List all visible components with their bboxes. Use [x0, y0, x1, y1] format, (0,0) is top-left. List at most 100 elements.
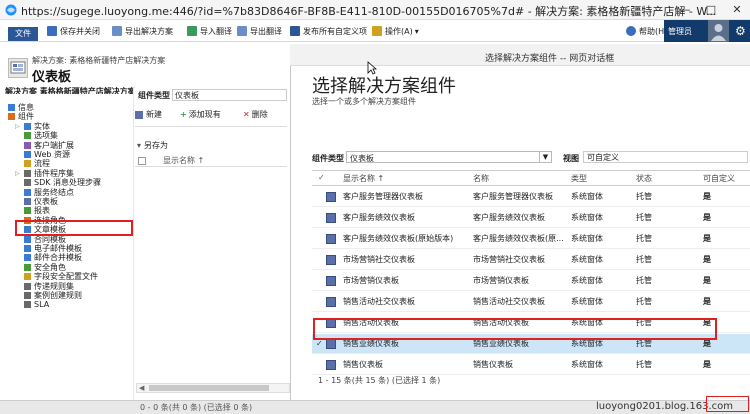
component-list-pane	[133, 88, 290, 400]
chevron-down-icon[interactable]: ▼	[539, 152, 551, 162]
table-row[interactable]: 客户服务绩效仪表板 客户服务绩效仪表板 系统窗体 托管 是	[312, 208, 750, 228]
cell-display-name: 市场营销社交仪表板	[343, 255, 415, 264]
sidebar-item[interactable]: SLA	[15, 299, 49, 310]
solution-icon	[8, 58, 28, 78]
export-translation-button[interactable]: 导出翻译	[237, 24, 282, 38]
save-close-button[interactable]: 保存并关闭	[47, 24, 100, 38]
help-icon	[626, 26, 636, 36]
column-header-display-name[interactable]: 显示名称 ↑	[343, 173, 384, 184]
column-header-display-name[interactable]: 显示名称 ↑	[163, 155, 204, 166]
save-as-button[interactable]: ▾ 另存为	[137, 139, 168, 151]
add-existing-button[interactable]: + 添加现有	[180, 108, 221, 121]
cell-display-name: 客户服务管理器仪表板	[343, 192, 423, 201]
publish-icon	[290, 26, 300, 36]
table-row[interactable]: 客户服务管理器仪表板 客户服务管理器仪表板 系统窗体 托管 是	[312, 187, 750, 207]
publish-all-button[interactable]: 发布所有自定义项	[290, 24, 367, 38]
user-block[interactable]: 管理员 ⚙	[664, 20, 750, 42]
sidebar-item-icon	[24, 170, 31, 177]
cell-customizable: 是	[703, 213, 711, 222]
scroll-left-icon[interactable]: ◀	[139, 384, 144, 392]
sidebar-item-icon	[24, 236, 31, 243]
actions-menu[interactable]: 操作(A) ▾	[372, 24, 419, 38]
sidebar-item-icon	[24, 301, 31, 308]
highlight-box-corner	[706, 396, 749, 412]
sidebar-item-icon	[24, 179, 31, 186]
minimize-button[interactable]: —	[672, 0, 698, 20]
chevron-down-icon: ▾	[414, 26, 419, 36]
sidebar-item-icon	[24, 207, 31, 214]
user-icon	[711, 24, 726, 41]
cell-display-name: 客户服务绩效仪表板	[343, 213, 415, 222]
cell-customizable: 是	[703, 297, 711, 306]
import-icon	[187, 26, 197, 36]
cell-display-name: 市场营销仪表板	[343, 276, 399, 285]
sidebar-item-icon	[24, 273, 31, 280]
view-label: 视图	[563, 154, 579, 163]
cell-customizable: 是	[703, 360, 711, 369]
export-icon	[112, 26, 122, 36]
browser-titlebar: https://sugege.luoyong.me:446/?id=%7b83D…	[0, 0, 750, 20]
cell-type: 系统窗体	[571, 276, 603, 285]
cell-display-name: 销售仪表板	[343, 360, 383, 369]
sidebar-item-icon	[24, 123, 31, 130]
highlight-box-selected-row	[313, 318, 717, 340]
file-button[interactable]: 文件	[8, 27, 38, 41]
select-all-checkmark-icon[interactable]: ✓	[318, 173, 325, 182]
expand-arrow-icon[interactable]: ▷	[15, 170, 22, 177]
cell-name: 客户服务管理器仪表板	[473, 192, 553, 201]
select-all-checkbox[interactable]	[138, 156, 146, 165]
cell-state: 托管	[636, 255, 652, 264]
browser-logo-icon	[5, 4, 17, 16]
window-title: https://sugege.luoyong.me:446/?id=%7b83D…	[21, 5, 717, 18]
cell-type: 系统窗体	[571, 360, 603, 369]
sidebar-item-icon	[24, 142, 31, 149]
sidebar-item-icon	[24, 292, 31, 299]
new-icon	[135, 110, 143, 119]
column-header-name[interactable]: 名称	[473, 173, 489, 184]
table-row[interactable]: 销售仪表板 销售仪表板 系统窗体 托管 是	[312, 355, 750, 375]
dialog-paging-status: 1 - 15 条(共 15 条) (已选择 1 条)	[318, 376, 441, 385]
expand-arrow-icon[interactable]: ▷	[15, 123, 22, 130]
divider	[135, 126, 287, 127]
avatar[interactable]	[708, 20, 729, 42]
new-button[interactable]: 新建	[135, 108, 162, 121]
table-row[interactable]: 市场营销仪表板 市场营销仪表板 系统窗体 托管 是	[312, 271, 750, 291]
dialog-component-type-select[interactable]: 仪表板 ▼	[346, 151, 552, 163]
horizontal-scrollbar[interactable]: ◀	[136, 383, 290, 393]
delete-icon: ✕	[243, 110, 250, 119]
cell-state: 托管	[636, 360, 652, 369]
column-header-type[interactable]: 类型	[571, 173, 587, 184]
export-translation-icon	[237, 26, 247, 36]
sidebar-item-icon	[24, 189, 31, 196]
dashboard-icon	[326, 360, 336, 370]
scrollbar-thumb[interactable]	[149, 385, 269, 391]
cell-name: 市场营销仪表板	[473, 276, 529, 285]
view-select[interactable]: 可自定义	[583, 151, 748, 163]
gear-icon[interactable]: ⚙	[735, 24, 746, 38]
export-solution-button[interactable]: 导出解决方案	[112, 24, 173, 38]
component-type-select[interactable]: 仪表板	[172, 89, 287, 101]
dashboard-icon	[326, 234, 336, 244]
import-translation-button[interactable]: 导入翻译	[187, 24, 232, 38]
close-button[interactable]: ✕	[724, 0, 750, 20]
table-row[interactable]: 市场营销社交仪表板 市场营销社交仪表板 系统窗体 托管 是	[312, 250, 750, 270]
cell-state: 托管	[636, 213, 652, 222]
sidebar-item-icon	[8, 113, 15, 120]
cell-type: 系统窗体	[571, 297, 603, 306]
cell-name: 销售仪表板	[473, 360, 513, 369]
restore-button[interactable]: □	[698, 0, 724, 20]
dialog-component-type-label: 组件类型	[312, 154, 344, 163]
cell-name: 市场营销社交仪表板	[473, 255, 545, 264]
dashboard-icon	[326, 213, 336, 223]
column-header-state[interactable]: 状态	[636, 173, 652, 184]
table-row[interactable]: 客户服务绩效仪表板(原始版本) 客户服务绩效仪表板(原... 系统窗体 托管 是	[312, 229, 750, 249]
table-row[interactable]: 销售活动社交仪表板 销售活动社交仪表板 系统窗体 托管 是	[312, 292, 750, 312]
column-header-customizable[interactable]: 可自定义	[703, 173, 735, 184]
cell-customizable: 是	[703, 255, 711, 264]
cell-display-name: 销售活动社交仪表板	[343, 297, 415, 306]
delete-button[interactable]: ✕ 删除	[243, 108, 268, 121]
cell-display-name: 客户服务绩效仪表板(原始版本)	[343, 234, 454, 243]
sidebar-item-icon	[24, 151, 31, 158]
sidebar-item-icon	[24, 283, 31, 290]
breadcrumb: 解决方案: 素格格新疆特产店解决方案	[32, 56, 166, 65]
